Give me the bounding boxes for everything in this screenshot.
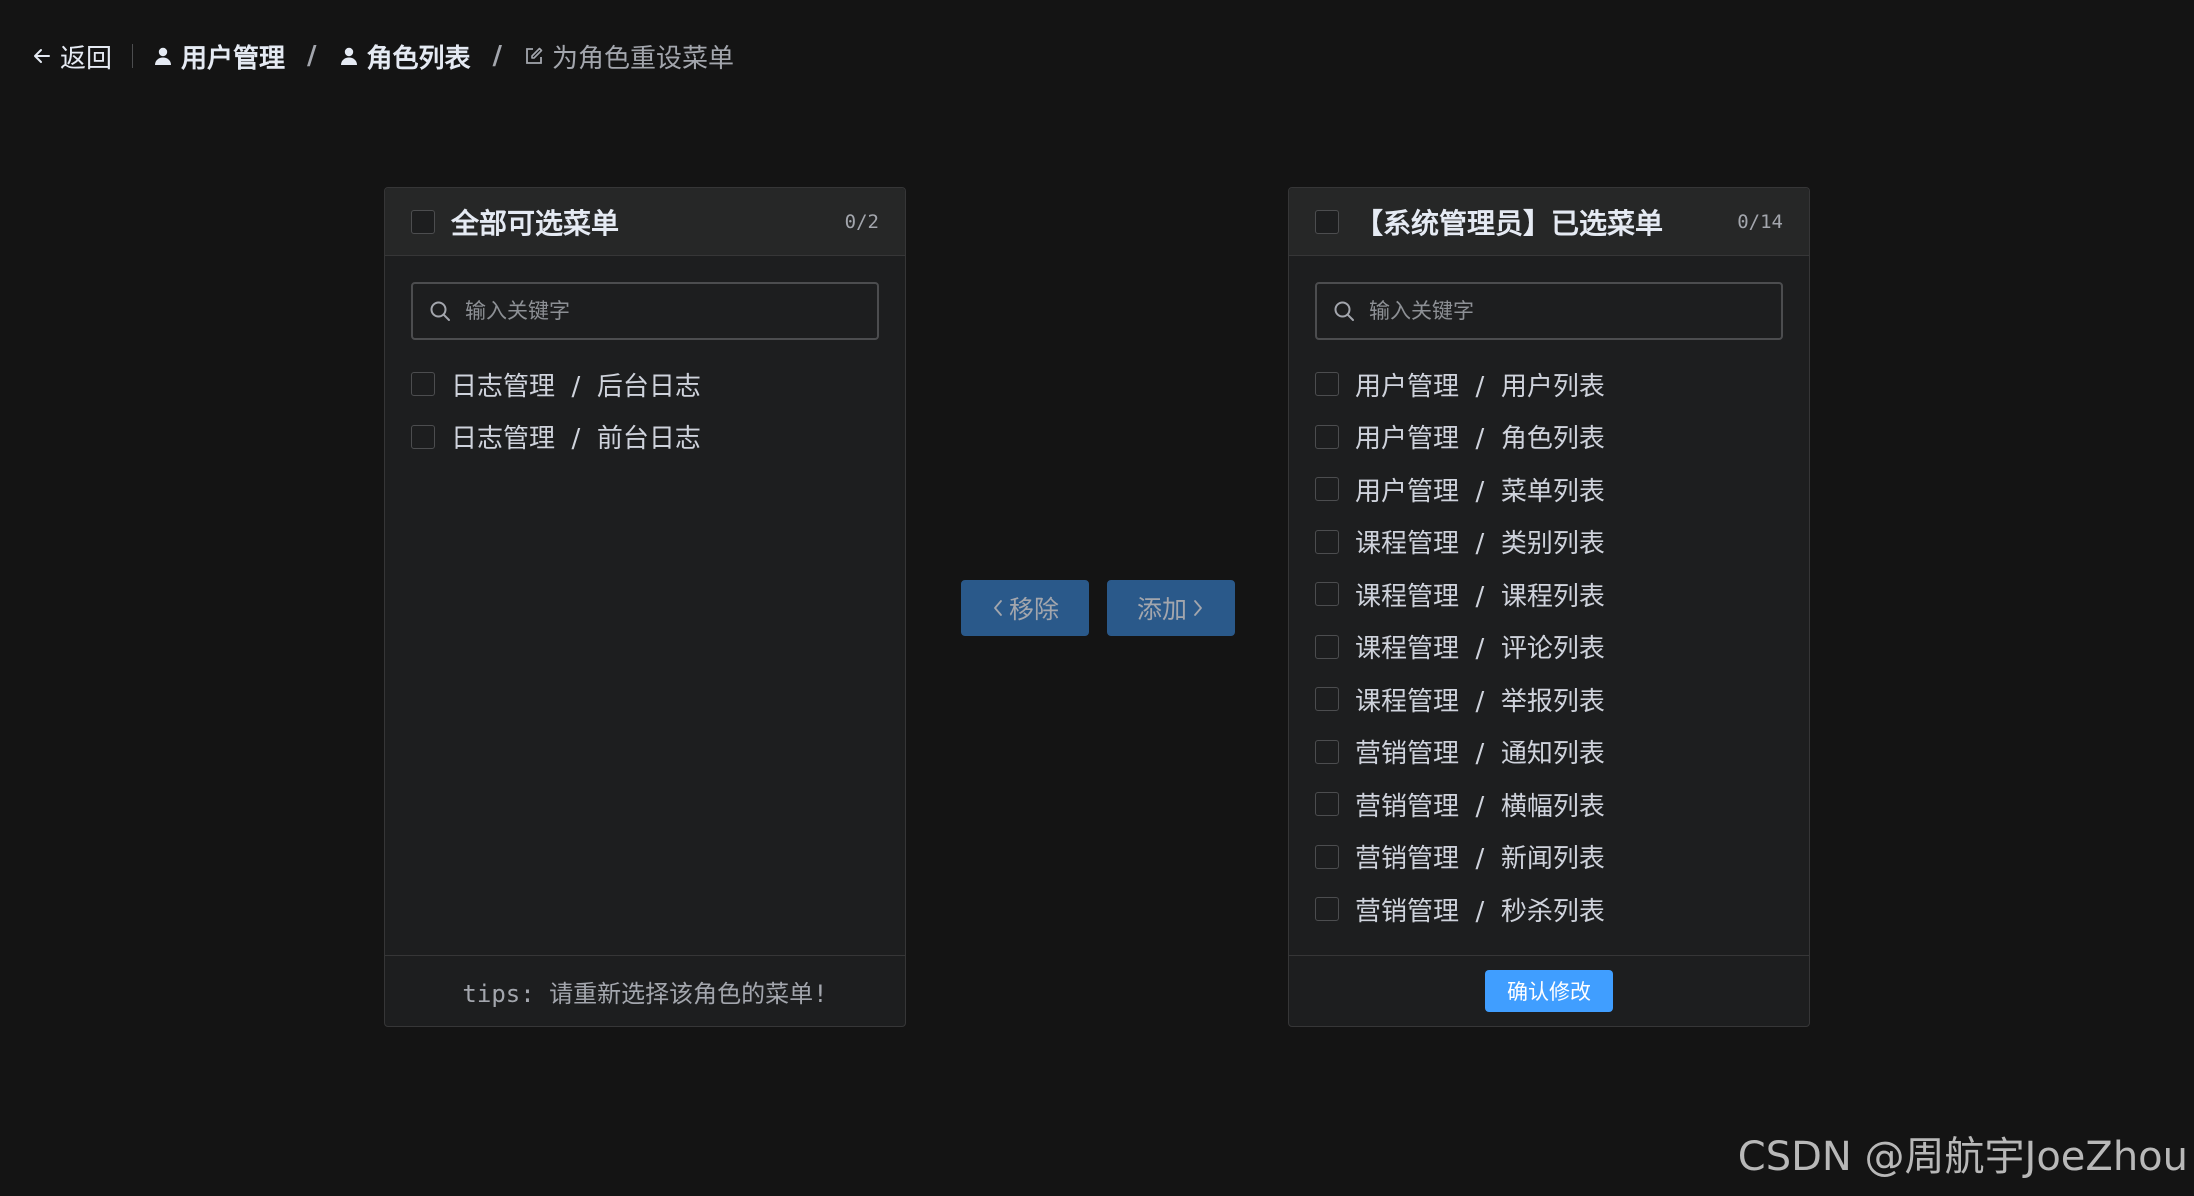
search-icon bbox=[1333, 300, 1355, 322]
target-select-all-checkbox[interactable] bbox=[1315, 209, 1339, 234]
confirm-button[interactable]: 确认修改 bbox=[1485, 970, 1613, 1012]
watermark: CSDN @周航宇JoeZhou bbox=[1737, 1134, 2188, 1180]
target-search-box[interactable] bbox=[1315, 282, 1783, 340]
breadcrumb-label: 用户管理 bbox=[181, 43, 286, 74]
source-panel-footer: tips: 请重新选择该角色的菜单! bbox=[385, 955, 905, 1026]
list-item[interactable]: 课程管理 / 举报列表 bbox=[1315, 673, 1783, 726]
page-header: 返回 用户管理 / 角色列表 / 为角色重设菜单 bbox=[32, 34, 734, 78]
item-checkbox[interactable] bbox=[1315, 687, 1339, 712]
breadcrumb-label: 角色列表 bbox=[366, 43, 471, 74]
list-item[interactable]: 营销管理 / 秒杀列表 bbox=[1315, 883, 1783, 936]
source-panel-header: 全部可选菜单 0/2 bbox=[385, 188, 905, 256]
source-panel-count: 0/2 bbox=[844, 210, 879, 233]
tips-text: tips: 请重新选择该角色的菜单! bbox=[462, 979, 828, 1008]
item-checkbox[interactable] bbox=[1315, 739, 1339, 764]
item-label: 课程管理 / 类别列表 bbox=[1355, 529, 1605, 560]
target-panel: 【系统管理员】已选菜单 0/14 用户管理 / 用户列表 用户管理 / 角色列表… bbox=[1288, 187, 1810, 1027]
edit-icon bbox=[524, 46, 544, 66]
item-label: 营销管理 / 秒杀列表 bbox=[1355, 896, 1605, 927]
arrow-left-icon bbox=[32, 46, 52, 66]
add-button-label: 添加 bbox=[1136, 595, 1187, 624]
item-label: 营销管理 / 新闻列表 bbox=[1355, 844, 1605, 875]
chevron-right-icon bbox=[1191, 598, 1205, 618]
item-label: 营销管理 / 通知列表 bbox=[1355, 739, 1605, 770]
list-item[interactable]: 日志管理 / 后台日志 bbox=[411, 358, 879, 411]
chevron-left-icon bbox=[991, 598, 1005, 618]
search-icon bbox=[429, 300, 451, 322]
item-checkbox[interactable] bbox=[1315, 634, 1339, 659]
item-checkbox[interactable] bbox=[1315, 897, 1339, 922]
breadcrumb-item-user-management[interactable]: 用户管理 bbox=[153, 38, 285, 75]
target-panel-title: 【系统管理员】已选菜单 bbox=[1355, 206, 1664, 240]
item-label: 营销管理 / 横幅列表 bbox=[1355, 791, 1605, 822]
breadcrumb-separator: / bbox=[307, 41, 317, 71]
item-label: 用户管理 / 用户列表 bbox=[1355, 371, 1605, 402]
transfer-buttons: 移除 添加 bbox=[961, 580, 1235, 636]
breadcrumb: 用户管理 / 角色列表 / 为角色重设菜单 bbox=[153, 38, 734, 75]
list-item[interactable]: 营销管理 / 横幅列表 bbox=[1315, 778, 1783, 831]
breadcrumb-item-role-list[interactable]: 角色列表 bbox=[339, 38, 471, 75]
add-button[interactable]: 添加 bbox=[1107, 580, 1235, 636]
source-panel-title: 全部可选菜单 bbox=[451, 206, 620, 240]
target-search-input[interactable] bbox=[1367, 298, 1765, 324]
target-panel-footer: 确认修改 bbox=[1289, 955, 1809, 1026]
back-label: 返回 bbox=[60, 43, 113, 74]
target-panel-count: 0/14 bbox=[1737, 210, 1783, 233]
source-panel: 全部可选菜单 0/2 日志管理 / 后台日志 日志管理 / 前台日志 tips:… bbox=[384, 187, 906, 1027]
source-search-box[interactable] bbox=[411, 282, 879, 340]
list-item[interactable]: 用户管理 / 菜单列表 bbox=[1315, 463, 1783, 516]
list-item[interactable]: 课程管理 / 评论列表 bbox=[1315, 621, 1783, 674]
breadcrumb-separator: / bbox=[492, 41, 503, 71]
item-label: 课程管理 / 举报列表 bbox=[1355, 686, 1605, 717]
list-item[interactable]: 用户管理 / 角色列表 bbox=[1315, 411, 1783, 464]
back-button[interactable]: 返回 bbox=[32, 38, 112, 75]
item-checkbox[interactable] bbox=[1315, 844, 1339, 869]
list-item[interactable]: 课程管理 / 课程列表 bbox=[1315, 568, 1783, 621]
header-divider bbox=[132, 44, 134, 68]
breadcrumb-item-reset-menu: 为角色重设菜单 bbox=[524, 38, 734, 75]
item-label: 课程管理 / 课程列表 bbox=[1355, 581, 1605, 612]
remove-button-label: 移除 bbox=[1008, 595, 1059, 624]
item-checkbox[interactable] bbox=[1315, 477, 1339, 502]
item-checkbox[interactable] bbox=[411, 424, 435, 449]
user-icon bbox=[153, 46, 173, 66]
source-search-input[interactable] bbox=[463, 298, 861, 324]
item-checkbox[interactable] bbox=[1315, 372, 1339, 397]
target-panel-header: 【系统管理员】已选菜单 0/14 bbox=[1289, 188, 1809, 256]
remove-button[interactable]: 移除 bbox=[961, 580, 1089, 636]
user-icon bbox=[339, 46, 359, 66]
breadcrumb-label: 为角色重设菜单 bbox=[552, 43, 735, 74]
item-label: 课程管理 / 评论列表 bbox=[1355, 634, 1605, 665]
item-checkbox[interactable] bbox=[411, 372, 435, 397]
list-item[interactable]: 用户管理 / 用户列表 bbox=[1315, 358, 1783, 411]
source-select-all-checkbox[interactable] bbox=[411, 209, 435, 234]
item-checkbox[interactable] bbox=[1315, 424, 1339, 449]
target-list: 用户管理 / 用户列表 用户管理 / 角色列表 用户管理 / 菜单列表 课程管理… bbox=[1289, 358, 1809, 936]
item-checkbox[interactable] bbox=[1315, 529, 1339, 554]
list-item[interactable]: 营销管理 / 新闻列表 bbox=[1315, 831, 1783, 884]
source-list: 日志管理 / 后台日志 日志管理 / 前台日志 bbox=[385, 358, 905, 463]
item-label: 用户管理 / 角色列表 bbox=[1355, 424, 1605, 455]
item-label: 日志管理 / 后台日志 bbox=[451, 371, 701, 402]
list-item[interactable]: 课程管理 / 类别列表 bbox=[1315, 516, 1783, 569]
list-item[interactable]: 营销管理 / 通知列表 bbox=[1315, 726, 1783, 779]
item-checkbox[interactable] bbox=[1315, 792, 1339, 817]
item-checkbox[interactable] bbox=[1315, 582, 1339, 607]
item-label: 日志管理 / 前台日志 bbox=[451, 424, 701, 455]
item-label: 用户管理 / 菜单列表 bbox=[1355, 476, 1605, 507]
list-item[interactable]: 日志管理 / 前台日志 bbox=[411, 411, 879, 464]
